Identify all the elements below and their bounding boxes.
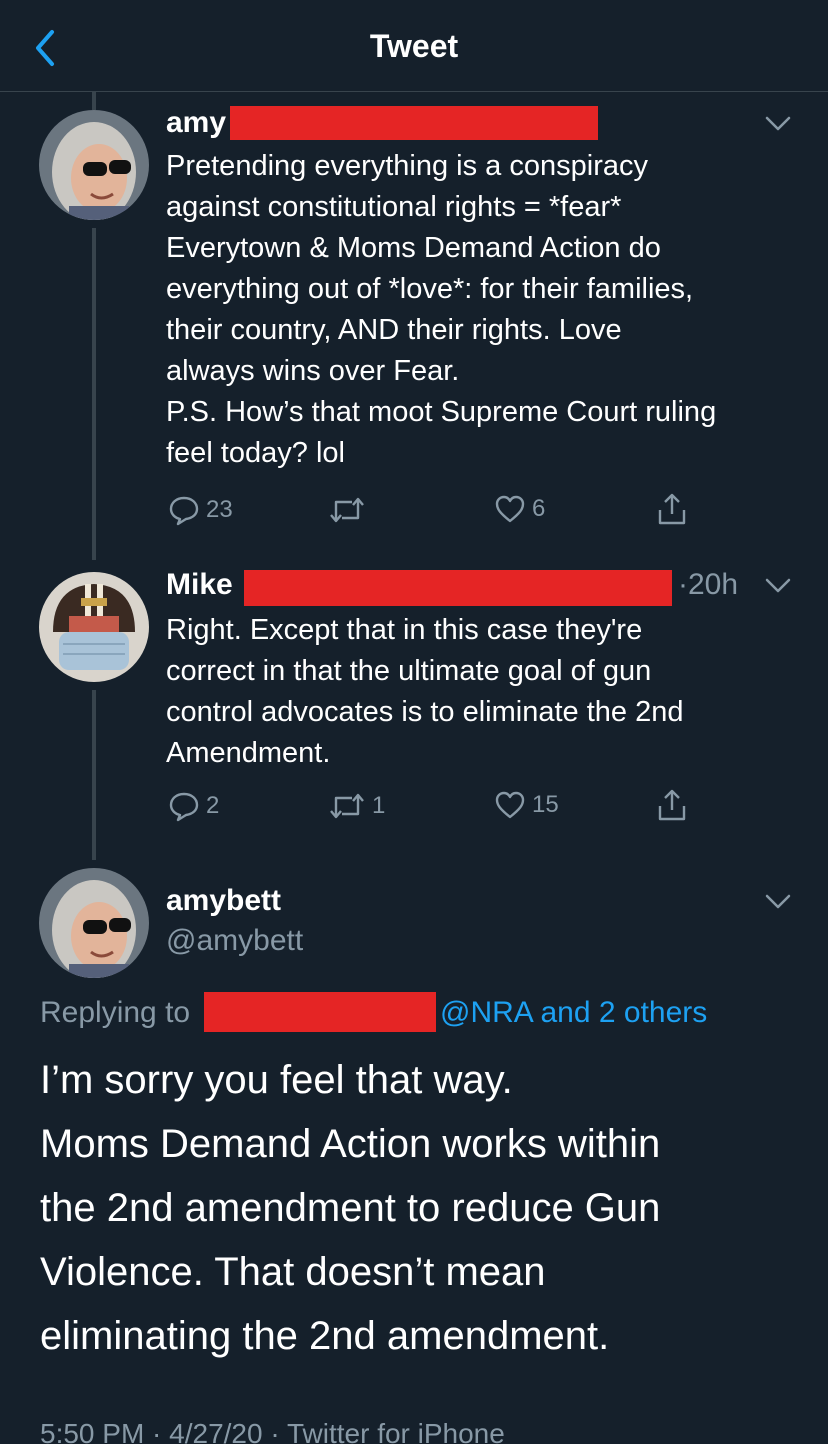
retweet-button[interactable] <box>328 494 372 526</box>
tweet-text: Right. Except that in this case they're … <box>166 614 684 769</box>
author-handle[interactable]: @amybett <box>166 924 303 958</box>
reply-button[interactable]: 2 <box>168 790 219 822</box>
top-bar: Tweet <box>0 0 828 92</box>
like-icon <box>495 791 525 819</box>
replying-to-link[interactable]: @NRA and 2 others <box>440 996 707 1030</box>
like-button[interactable]: 6 <box>494 494 545 524</box>
thread-line <box>92 92 96 110</box>
share-icon <box>658 789 686 821</box>
retweet-count: 1 <box>372 792 386 819</box>
author-name[interactable]: amy <box>166 106 226 140</box>
retweet-icon <box>330 793 364 819</box>
reply-count: 23 <box>206 496 233 523</box>
avatar-image <box>39 572 149 682</box>
like-button[interactable]: 15 <box>494 790 559 820</box>
thread-line <box>92 690 96 860</box>
retweet-icon <box>330 497 364 523</box>
chevron-down-icon[interactable] <box>764 892 792 912</box>
timestamp[interactable]: ·20h <box>678 568 738 602</box>
author-name[interactable]: amybett <box>166 884 281 918</box>
avatar-image <box>39 110 149 220</box>
chevron-down-icon[interactable] <box>764 576 792 596</box>
like-count: 6 <box>532 495 546 522</box>
avatar[interactable] <box>39 868 149 978</box>
redaction-bar <box>244 570 672 606</box>
page-title: Tweet <box>369 28 459 64</box>
share-button[interactable] <box>656 788 688 822</box>
redaction-bar <box>230 106 598 140</box>
retweet-button[interactable]: 1 <box>328 790 385 822</box>
tweet-text: Pretending everything is a conspiracy ag… <box>166 150 717 469</box>
reply-button[interactable]: 23 <box>168 494 233 526</box>
reply-icon <box>169 792 199 822</box>
share-icon <box>658 493 686 525</box>
avatar[interactable] <box>39 572 149 682</box>
chevron-down-icon[interactable] <box>764 114 792 134</box>
tweet-text: I’m sorry you feel that way. Moms Demand… <box>40 1058 661 1358</box>
avatar[interactable] <box>39 110 149 220</box>
share-button[interactable] <box>656 492 688 526</box>
like-count: 15 <box>532 791 559 818</box>
like-icon <box>495 495 525 523</box>
tweet-timestamp[interactable]: 5:50 PM · 4/27/20 · Twitter for iPhone <box>40 1418 505 1444</box>
redaction-bar <box>204 992 436 1032</box>
thread-line <box>92 228 96 560</box>
author-name[interactable]: Mike <box>166 568 233 602</box>
reply-count: 2 <box>206 792 220 819</box>
reply-icon <box>169 496 199 526</box>
replying-to-label: Replying to <box>40 996 191 1029</box>
avatar-image <box>39 868 149 978</box>
